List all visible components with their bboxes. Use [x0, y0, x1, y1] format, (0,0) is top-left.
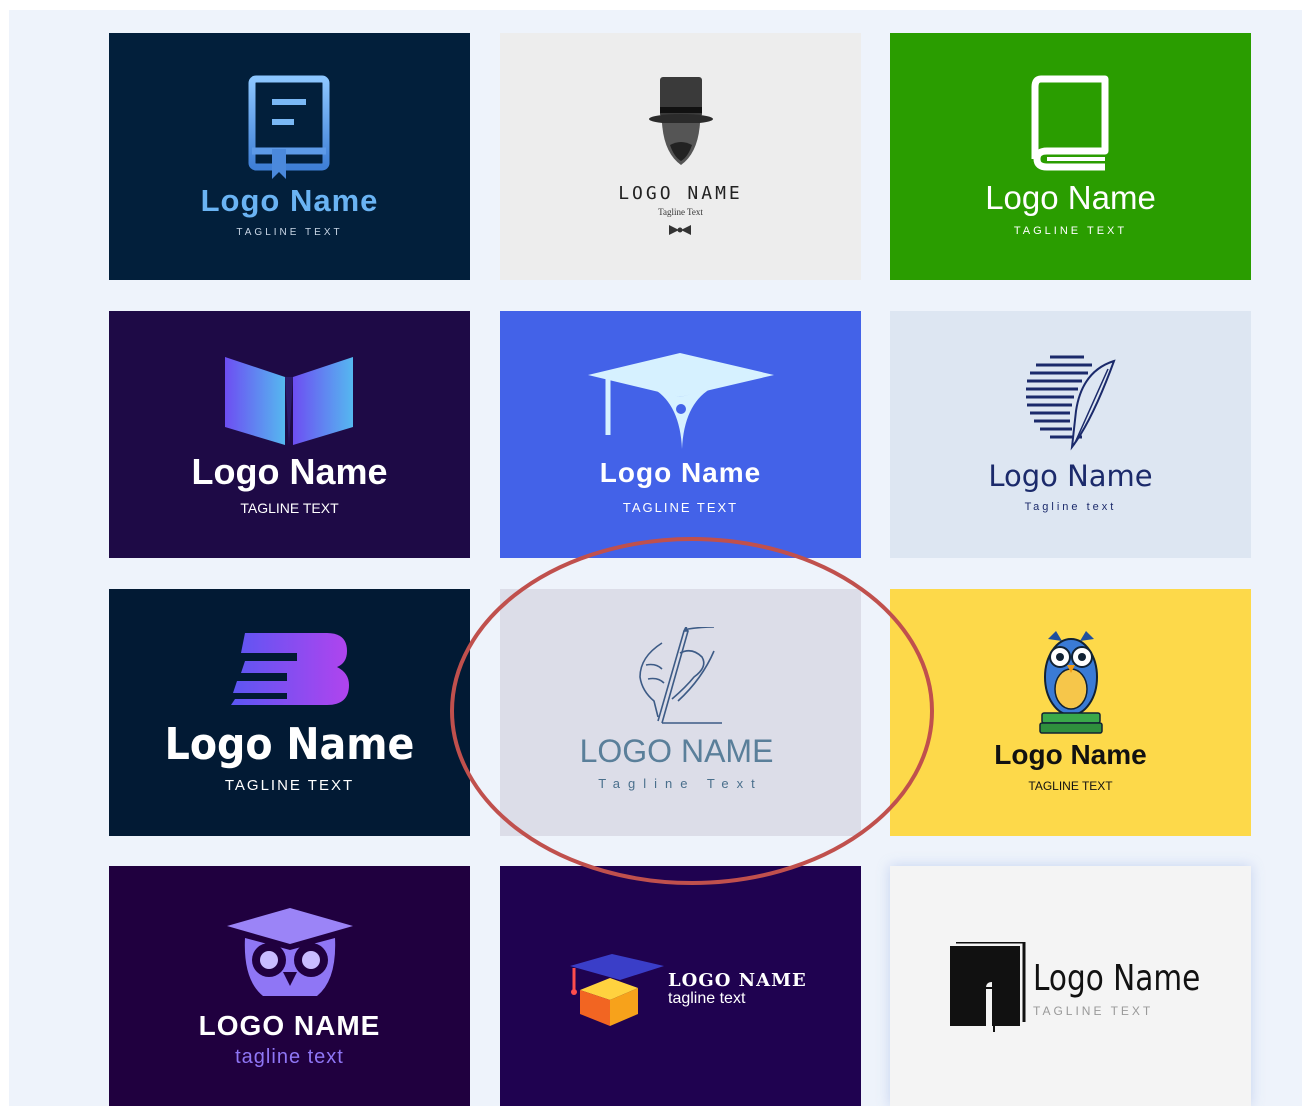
logo-card-feather-circle[interactable]: Logo Name Tagline text — [890, 311, 1251, 558]
logo-card-top-hat[interactable]: LOGO NAME Tagline Text — [500, 33, 861, 280]
logo-name: Logo Name — [191, 451, 388, 492]
bow-tie-icon — [669, 225, 691, 235]
logo-name: Logo Name — [985, 179, 1156, 216]
logo-name: LOGO NAME — [198, 1010, 381, 1041]
logo-name: LOGO NAME — [579, 733, 774, 769]
owl-on-books-icon — [1039, 631, 1103, 734]
logo-card-owl-books[interactable]: Logo Name TAGLINE TEXT — [890, 589, 1251, 836]
logo-tagline: TAGLINE TEXT — [224, 777, 355, 794]
logo-name: Logo Name — [988, 459, 1153, 493]
book-icon — [1031, 75, 1109, 171]
logo-tagline: TAGLINE TEXT — [240, 500, 339, 516]
logo-name: Logo Name — [994, 739, 1147, 770]
logo-tagline: TAGLINE TEXT — [1033, 1004, 1154, 1018]
cube-graduation-cap-icon — [570, 954, 664, 1026]
logo-tagline: Tagline Text — [598, 776, 763, 791]
top-hat-gentleman-icon — [649, 77, 713, 165]
feather-striped-circle-icon — [1026, 355, 1116, 451]
logo-tagline: TAGLINE TEXT — [1028, 779, 1113, 793]
graduation-cap-icon — [588, 353, 774, 449]
logo-tagline: Tagline Text — [658, 207, 703, 217]
logo-card-grad-cap-blue[interactable]: Logo Name TAGLINE TEXT — [500, 311, 861, 558]
logo-card-owl-cap[interactable]: LOGO NAME tagline text — [109, 866, 470, 1106]
owl-graduation-cap-icon — [227, 908, 353, 996]
logo-card-hand-pen[interactable]: LOGO NAME Tagline Text — [500, 589, 861, 836]
logo-card-green-book[interactable]: Logo Name TAGLINE TEXT — [890, 33, 1251, 280]
logo-name: Logo Name — [164, 719, 415, 770]
logo-name: LOGO NAME — [668, 970, 807, 991]
logo-card-cube-cap[interactable]: LOGO NAME tagline text — [500, 866, 861, 1106]
logo-card-speed-b[interactable]: Logo Name TAGLINE TEXT — [109, 589, 470, 836]
logo-tagline: TAGLINE TEXT — [236, 227, 343, 238]
book-document-icon — [248, 75, 330, 179]
open-book-icon — [225, 357, 353, 445]
logo-tagline: tagline text — [235, 1046, 344, 1068]
logo-name: Logo Name — [599, 457, 762, 488]
logo-tagline: Tagline text — [1024, 501, 1117, 513]
speed-letter-b-icon — [231, 633, 349, 705]
logo-tagline: tagline text — [668, 990, 746, 1007]
hand-writing-pen-icon — [639, 627, 722, 724]
logo-card-book-doc[interactable]: Logo Name TAGLINE TEXT — [109, 33, 470, 280]
logo-name: Logo Name — [1033, 958, 1201, 999]
logo-name: LOGO NAME — [618, 183, 743, 204]
logo-card-open-book[interactable]: Logo Name TAGLINE TEXT — [109, 311, 470, 558]
book-door-icon — [950, 942, 1026, 1032]
logo-name: Logo Name — [200, 183, 379, 218]
logo-card-door-book[interactable]: Logo Name TAGLINE TEXT — [890, 866, 1251, 1106]
logo-tagline: TAGLINE TEXT — [1013, 225, 1128, 237]
logo-tagline: TAGLINE TEXT — [622, 500, 739, 515]
